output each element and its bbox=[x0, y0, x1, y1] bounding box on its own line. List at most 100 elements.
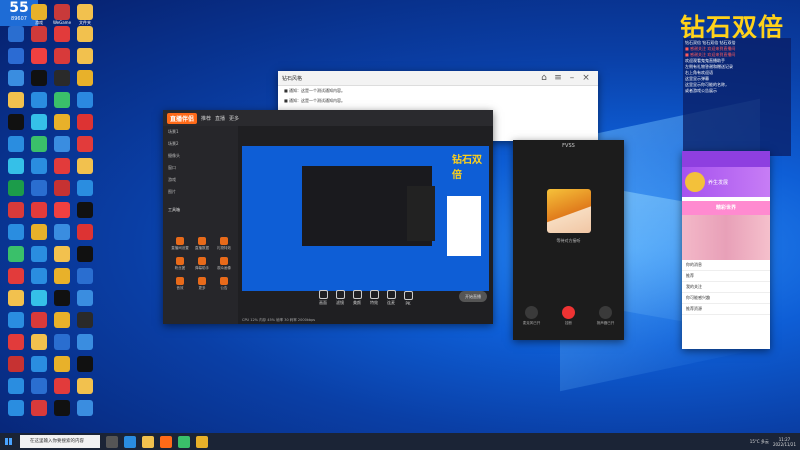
app-icon bbox=[77, 268, 93, 284]
tool-button[interactable]: 观众画像 bbox=[214, 256, 234, 274]
minimize-icon[interactable]: – bbox=[566, 72, 578, 84]
voice-call-window[interactable]: FVSS 等待对方接听 麦克风已开 挂断 扬声器已开 bbox=[513, 140, 624, 340]
mic-button[interactable]: 麦克风已开 bbox=[517, 306, 547, 326]
desktop-icon-label: 文件夹 bbox=[79, 20, 91, 25]
bottom-tool-button[interactable]: 美颜 bbox=[352, 290, 362, 306]
edge-icon[interactable] bbox=[124, 435, 136, 448]
tool-button[interactable]: 粉丝团 bbox=[170, 256, 190, 274]
app-icon bbox=[54, 378, 70, 394]
tool-button[interactable]: 直播间设置 bbox=[170, 236, 190, 254]
desktop-icon[interactable] bbox=[73, 400, 97, 426]
tool-button[interactable]: 更多 bbox=[192, 276, 212, 294]
app-icon bbox=[54, 224, 70, 240]
tool-icon bbox=[369, 290, 379, 299]
app-icon bbox=[77, 290, 93, 306]
app-icon bbox=[31, 312, 47, 328]
home-icon[interactable]: ⌂ bbox=[538, 72, 550, 84]
list-item[interactable]: 推荐资源 bbox=[682, 304, 770, 315]
bottom-tool-button[interactable]: PK bbox=[403, 290, 413, 306]
status-bar: CPU 12% 内存 45% 帧率 30 码率 2000kbps bbox=[242, 318, 316, 322]
list-icon[interactable]: ≡ bbox=[552, 72, 564, 84]
sidebar-item[interactable]: 窗口 bbox=[163, 162, 238, 174]
app-icon bbox=[54, 4, 70, 20]
sidebar-item[interactable]: 场景2 bbox=[163, 138, 238, 150]
sidebar-item[interactable]: 摄像头 bbox=[163, 150, 238, 162]
list-item[interactable]: 推荐 bbox=[682, 271, 770, 282]
list-item[interactable]: 你可能感兴趣 bbox=[682, 293, 770, 304]
preview-overlay-title: 钻石双倍 bbox=[452, 155, 482, 181]
app-icon bbox=[31, 334, 47, 350]
app-icon bbox=[54, 290, 70, 306]
tab-more[interactable]: 更多 bbox=[229, 115, 239, 122]
hangup-icon bbox=[562, 306, 575, 319]
app-icon bbox=[77, 400, 93, 416]
speaker-button[interactable]: 扬声器已开 bbox=[591, 306, 621, 326]
profile-window[interactable]: 养生发展 精彩世界 你的消息 推荐 我的关注 你可能感兴趣 推荐资源 bbox=[682, 151, 770, 349]
toolbox-label: 工具箱 bbox=[168, 207, 180, 212]
tool-button[interactable]: 礼物特效 bbox=[214, 236, 234, 254]
weather-text: 15°C 多云 bbox=[749, 438, 769, 444]
app-icon bbox=[31, 70, 47, 86]
app-icon bbox=[31, 114, 47, 130]
app-icon bbox=[8, 224, 24, 240]
tool-button[interactable]: 弹幕助手 bbox=[192, 256, 212, 274]
tool-icon bbox=[335, 290, 345, 299]
close-icon[interactable]: × bbox=[580, 72, 592, 84]
tool-button[interactable]: 音效 bbox=[170, 276, 190, 294]
promo-banner[interactable]: 精彩世界 bbox=[682, 201, 770, 215]
tab-recommend[interactable]: 推荐 bbox=[201, 115, 211, 122]
call-status: 等待对方接听 bbox=[556, 238, 581, 243]
desktop-icon[interactable] bbox=[4, 400, 28, 426]
hangup-button[interactable]: 挂断 bbox=[554, 306, 584, 326]
explorer-icon[interactable] bbox=[142, 435, 154, 448]
app-icon bbox=[31, 356, 47, 372]
bottom-tool-button[interactable]: 连麦 bbox=[386, 290, 396, 306]
bottom-tool-button[interactable]: 滤镜 bbox=[335, 290, 345, 306]
sidebar-item[interactable]: 游戏 bbox=[163, 174, 238, 186]
tab-live[interactable]: 直播 bbox=[215, 115, 225, 122]
start-live-button[interactable]: 开始直播 bbox=[459, 291, 487, 302]
sidebar-item[interactable]: 图片 bbox=[163, 186, 238, 198]
clock[interactable]: 11:27 2022/11/21 bbox=[773, 437, 796, 447]
app-icon bbox=[54, 334, 70, 350]
tool-icon bbox=[176, 257, 184, 265]
app-icon bbox=[8, 356, 24, 372]
tool-icon bbox=[403, 290, 413, 300]
app-icon bbox=[54, 70, 70, 86]
game-icon[interactable] bbox=[196, 435, 208, 448]
app-icon bbox=[54, 48, 70, 64]
bottom-tool-button[interactable]: 特效 bbox=[369, 290, 379, 306]
app-icon bbox=[31, 48, 47, 64]
live-companion-window[interactable]: 直播伴侣 推荐 直播 更多 场景1 场景2 摄像头 窗口 游戏 图片 工具箱 直… bbox=[163, 110, 493, 324]
app-icon bbox=[31, 246, 47, 262]
sidebar-item[interactable]: 场景1 bbox=[163, 126, 238, 138]
search-input[interactable]: 在这里输入你要搜索的内容 bbox=[20, 435, 100, 448]
profile-name: 养生发展 bbox=[708, 179, 729, 186]
app-icon bbox=[8, 246, 24, 262]
tool-button[interactable]: 直播数据 bbox=[192, 236, 212, 254]
app-icon bbox=[54, 246, 70, 262]
desktop-icon[interactable] bbox=[27, 400, 51, 426]
system-tray: 15°C 多云 11:27 2022/11/21 bbox=[750, 433, 796, 450]
app-icon bbox=[77, 224, 93, 240]
wechat-icon[interactable] bbox=[178, 435, 190, 448]
tool-icon bbox=[176, 237, 184, 245]
list-item[interactable]: 我的关注 bbox=[682, 282, 770, 293]
app-icon bbox=[8, 114, 24, 130]
app-icon bbox=[54, 136, 70, 152]
tool-icon bbox=[220, 257, 228, 265]
app-icon bbox=[54, 312, 70, 328]
bottom-tool-button[interactable]: 画面 bbox=[318, 290, 328, 306]
microphone-icon bbox=[525, 306, 538, 319]
app-icon bbox=[8, 268, 24, 284]
list-item[interactable]: 你的消息 bbox=[682, 260, 770, 271]
tool-button[interactable]: 公告 bbox=[214, 276, 234, 294]
live-app-icon[interactable] bbox=[160, 435, 172, 448]
desktop-icon[interactable] bbox=[50, 400, 74, 426]
app-icon bbox=[77, 4, 93, 20]
app-icon bbox=[8, 400, 24, 416]
app-icon bbox=[77, 378, 93, 394]
start-button[interactable] bbox=[0, 433, 16, 450]
task-view-icon[interactable] bbox=[106, 435, 118, 448]
tool-icon bbox=[176, 277, 184, 285]
